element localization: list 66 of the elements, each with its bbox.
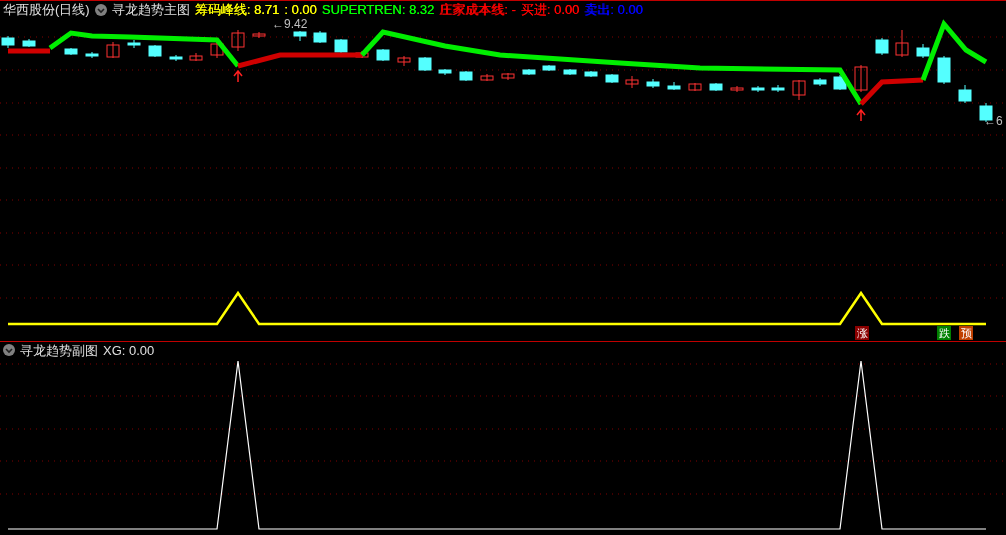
candlestick (730, 85, 744, 93)
indicator-name: 寻龙趋势副图 (20, 343, 98, 357)
candlestick (355, 50, 369, 59)
candlestick (252, 31, 266, 39)
candlestick (376, 48, 390, 62)
stock-title: 华西股份(日线) (3, 3, 90, 16)
indicator-name: 寻龙趋势主图 (111, 3, 190, 16)
candlestick (334, 38, 348, 54)
candlestick (792, 79, 806, 101)
candlestick (813, 77, 827, 87)
indicator-reading: : 0.00 (284, 3, 317, 16)
candlestick (833, 74, 847, 91)
candlestick (480, 73, 494, 82)
signal-marker: 涨 (855, 326, 869, 340)
candlestick (958, 84, 972, 104)
indicator-reading: 卖出: 0.00 (584, 3, 643, 16)
candlestick (854, 64, 868, 93)
candlestick (459, 70, 473, 82)
candlestick (397, 55, 411, 67)
candlestick (106, 41, 120, 59)
candlestick (751, 85, 765, 93)
price-label: ←6 (984, 115, 1003, 127)
candlestick (189, 52, 203, 62)
up-arrow-icon (856, 108, 866, 122)
signal-marker: 跌 (937, 326, 951, 340)
candlestick (937, 55, 951, 85)
signal-marker: 预 (959, 326, 973, 340)
candlestick (688, 82, 702, 92)
candlestick (625, 75, 639, 89)
price-label: ←9.42 (272, 18, 308, 30)
candlestick (1, 35, 15, 49)
indicator-reading: SUPERTREN: 8.32 (321, 3, 435, 16)
candlestick (313, 30, 327, 44)
candlestick (584, 70, 598, 78)
dropdown-icon[interactable] (3, 344, 15, 356)
candlestick (22, 38, 36, 48)
indicator-reading: 筹码峰线: 8.71 (194, 3, 280, 16)
candlestick (293, 30, 307, 42)
indicator-reading: XG: 0.00 (103, 343, 155, 357)
support-line (8, 48, 50, 54)
candlestick (667, 81, 681, 91)
candlestick (522, 68, 536, 76)
candlestick (501, 72, 515, 81)
indicator-reading: 庄家成本线: - (439, 3, 516, 16)
candlestick (85, 51, 99, 59)
candlestick (605, 73, 619, 84)
candlestick (210, 41, 224, 59)
support-line (859, 77, 924, 106)
dropdown-icon[interactable] (94, 3, 107, 16)
candlestick (64, 47, 78, 56)
up-arrow-icon (233, 69, 243, 83)
candlestick (169, 54, 183, 62)
trend-line (920, 19, 988, 81)
candlestick (875, 37, 889, 56)
candlestick (542, 64, 556, 72)
candlestick (916, 43, 930, 59)
candlestick (438, 68, 452, 76)
candlestick (646, 78, 660, 89)
candlestick (148, 44, 162, 58)
candlestick (418, 56, 432, 72)
candlestick (231, 29, 245, 52)
candlestick (709, 82, 723, 92)
candlestick (563, 68, 577, 76)
indicator-reading: 买进: 0.00 (520, 3, 580, 16)
candlestick (895, 29, 909, 58)
candlestick (127, 39, 141, 49)
